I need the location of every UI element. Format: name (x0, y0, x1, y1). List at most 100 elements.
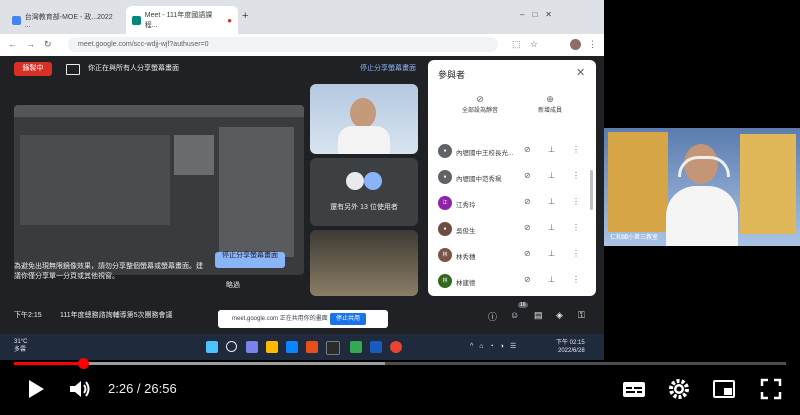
participant-row[interactable]: 林 林建德 ⊘ ⊥ ⋮ (428, 270, 596, 294)
explorer-icon[interactable] (266, 341, 278, 353)
meeting-title: 111年度總務諮詢輔導第5次團務會議 (60, 312, 173, 319)
stop-presenting-link[interactable]: 停止分享螢幕畫面 (360, 60, 416, 78)
participant-row[interactable]: ● 內壢國中范秀珮 ⊘ ⊥ ⋮ (428, 166, 596, 190)
mute-all-label: 全部設為靜音 (461, 108, 498, 114)
add-people-button[interactable]: ⊕ 新增成員 (520, 94, 580, 114)
start-icon[interactable] (206, 341, 218, 353)
sharing-toast: meet.google.com 正在共用你的畫面 停止共用 (218, 310, 388, 328)
more-icon[interactable]: ⋮ (572, 145, 580, 154)
lock-icon[interactable]: ⚿ (578, 310, 585, 321)
more-icon[interactable]: ⋮ (572, 223, 580, 232)
play-icon[interactable] (26, 378, 46, 400)
stop-sharing-button[interactable]: 停止共用 (330, 313, 366, 325)
forward-icon[interactable]: → (26, 39, 35, 49)
more-icon[interactable]: ⋮ (572, 249, 580, 258)
mic-off-icon[interactable]: ⊘ (524, 171, 531, 180)
add-person-icon: ⊕ (546, 94, 554, 104)
participant-avatar: 江 (438, 196, 452, 210)
taskbar-clock[interactable]: 下午 02:15 2022/6/28 (556, 339, 585, 355)
participant-name: 內壢國中王校長光... (456, 150, 514, 157)
tab-favicon-icon (12, 15, 21, 25)
preview-panel (219, 127, 294, 257)
panel-scrollbar[interactable] (590, 170, 593, 210)
participant-avatar: ● (438, 170, 452, 184)
participant-avatar: ● (438, 144, 452, 158)
edge-icon[interactable] (286, 341, 298, 353)
new-tab-button[interactable]: + (242, 10, 248, 22)
info-icon[interactable]: ⓘ (488, 310, 497, 323)
more-icon[interactable]: ⋮ (572, 275, 580, 284)
store-icon[interactable] (326, 341, 340, 355)
mic-off-icon: ⊘ (476, 94, 484, 104)
pin-icon[interactable]: ⊥ (548, 197, 555, 206)
participant-name: 林秀穗 (456, 254, 476, 261)
participant-row[interactable]: 江 江秀玲 ⊘ ⊥ ⋮ (428, 192, 596, 216)
back-icon[interactable]: ← (8, 39, 17, 49)
stop-presenting-button[interactable]: 停止分享螢幕畫面 (215, 252, 285, 268)
video-tile-others[interactable] (310, 158, 418, 226)
window-controls-icon[interactable]: –□✕ (520, 10, 560, 19)
fullscreen-icon[interactable] (760, 378, 782, 400)
volume-icon[interactable] (68, 378, 92, 400)
weather-desc: 多雲 (14, 347, 27, 353)
pin-icon[interactable]: ⊥ (548, 249, 555, 258)
bookmark-icon[interactable]: ☆ (530, 39, 538, 50)
pin-icon[interactable]: ⊥ (548, 223, 555, 232)
recording-dot-icon: ● (227, 15, 232, 25)
browser-tab-1[interactable]: 台灣教育部-MOE - 政...2022 ... (6, 6, 124, 34)
video-tile-room[interactable] (310, 230, 418, 296)
pin-icon[interactable]: ⊥ (548, 145, 555, 154)
time-separator: / (133, 381, 145, 396)
progress-played (14, 362, 84, 365)
participant-row[interactable]: ● 吳俊生 ⊘ ⊥ ⋮ (428, 218, 596, 242)
participant-row[interactable]: ● 內壢國中王校長光... ⊘ ⊥ ⋮ (428, 140, 596, 164)
menu-icon[interactable]: ⋮ (588, 39, 597, 50)
person-head (350, 98, 376, 128)
mic-off-icon[interactable]: ⊘ (524, 197, 531, 206)
scrubber-handle[interactable] (78, 358, 90, 369)
pin-icon[interactable]: ⊥ (548, 171, 555, 180)
activities-icon[interactable]: ◈ (556, 310, 563, 321)
clock-time: 下午 02:15 (556, 340, 585, 346)
address-bar-row: ← → ↻ meet.google.com/scc-wdjj-wjf?authu… (0, 34, 604, 57)
mic-off-icon[interactable]: ⊘ (524, 223, 531, 232)
close-icon[interactable]: ✕ (576, 66, 585, 79)
participants-panel: 參與者 ✕ ⊘ 全部設為靜音 ⊕ 新增成員 ● 內壢國中王校長光... ⊘ ⊥ … (428, 60, 596, 296)
url-input[interactable]: meet.google.com/scc-wdjj-wjf?authuser=0 (68, 37, 498, 52)
miniplayer-icon[interactable] (712, 378, 736, 400)
dismiss-button[interactable]: 略過 (226, 280, 240, 290)
extensions-icon[interactable]: ⬚ (512, 39, 521, 50)
participant-row[interactable]: 林 林秀穗 ⊘ ⊥ ⋮ (428, 244, 596, 268)
current-time: 2:26 (108, 381, 134, 396)
office-icon[interactable] (306, 341, 318, 353)
video-tile-speaker[interactable] (310, 84, 418, 154)
more-icon[interactable]: ⋮ (572, 197, 580, 206)
webcam-overlay (604, 128, 800, 246)
tab-favicon-icon (132, 15, 141, 25)
more-icon[interactable]: ⋮ (572, 171, 580, 180)
captured-screen: 台灣教育部-MOE - 政...2022 ... Meet - 111年度國語課… (0, 0, 604, 360)
settings-icon[interactable] (668, 378, 690, 400)
reload-icon[interactable]: ↻ (44, 39, 52, 50)
profile-avatar[interactable] (570, 39, 581, 50)
mute-all-button[interactable]: ⊘ 全部設為靜音 (450, 94, 510, 114)
mic-off-icon[interactable]: ⊘ (524, 275, 531, 284)
system-tray-icon[interactable]: ^⌂◔◑☰ (470, 342, 522, 350)
pin-icon[interactable]: ⊥ (548, 275, 555, 284)
browser-tab-2[interactable]: Meet - 111年度國語課程... ● (126, 6, 238, 34)
participants-icon[interactable]: ☺ (510, 310, 519, 320)
tab-label: 台灣教育部-MOE - 政...2022 ... (24, 13, 113, 29)
subtitles-icon[interactable] (622, 378, 646, 400)
mic-off-icon[interactable]: ⊘ (524, 249, 531, 258)
weather-widget[interactable]: 31°C 多雲 (14, 338, 27, 354)
poster-right (740, 134, 796, 234)
webcam-label: 仁和國小第三教室 (610, 235, 659, 241)
participant-name: 江秀玲 (456, 202, 476, 209)
mic-off-icon[interactable]: ⊘ (524, 145, 531, 154)
app-icon[interactable] (390, 341, 402, 353)
chrome-icon[interactable] (350, 341, 362, 353)
teams-icon[interactable] (246, 341, 258, 353)
chat-icon[interactable]: ▤ (534, 310, 543, 321)
search-icon[interactable] (226, 341, 237, 352)
word-icon[interactable] (370, 341, 382, 353)
